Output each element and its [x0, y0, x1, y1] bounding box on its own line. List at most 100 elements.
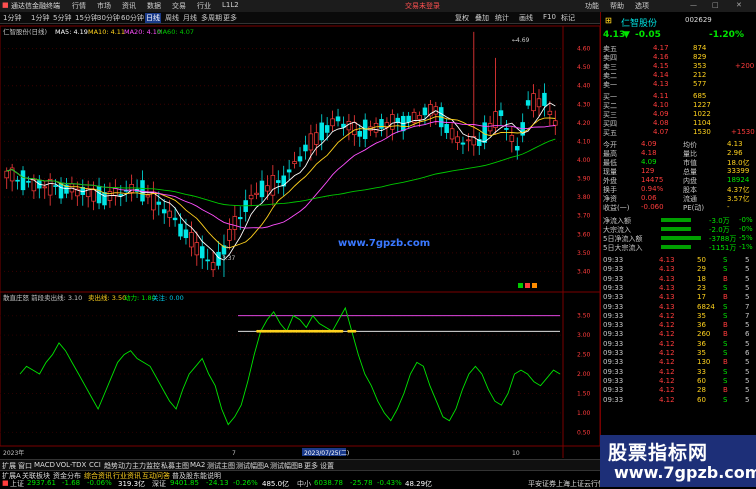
- tab-macd[interactable]: MACD: [34, 461, 55, 469]
- down-arrow-icon: ▼: [623, 30, 630, 40]
- tab-ma2[interactable]: MA2: [190, 461, 205, 469]
- tick-time: 09:33: [603, 376, 624, 385]
- period-month[interactable]: 月线: [182, 13, 198, 23]
- candle-body: [156, 201, 162, 205]
- tick-side: B: [723, 358, 728, 367]
- indicator-tick-label: 3.50: [577, 313, 591, 320]
- period-week[interactable]: 周线: [164, 13, 180, 23]
- candle-body: [286, 169, 292, 173]
- menu-bangzhu[interactable]: 帮助: [610, 1, 624, 11]
- legend-swatch-green: [518, 283, 523, 288]
- sz-pct: -0.26%: [233, 479, 258, 487]
- tick-price: 4.13: [659, 265, 675, 274]
- menu-gongneng[interactable]: 功能: [585, 1, 599, 11]
- candle-body: [536, 98, 542, 108]
- menu-shichang[interactable]: 市场: [97, 1, 111, 11]
- period-multi[interactable]: 多周期: [200, 13, 223, 23]
- stat-value: 0.94%: [641, 185, 664, 193]
- tab-cci[interactable]: CCI: [89, 461, 101, 469]
- tick-side: S: [723, 256, 728, 264]
- ask-volume: 874: [693, 44, 707, 52]
- stat-row: 换手 0.94% 股本 4.37亿: [601, 185, 756, 194]
- menu-shuju[interactable]: 数据: [147, 1, 161, 11]
- menu-hangqing[interactable]: 行情: [72, 1, 86, 11]
- ma5-label: MA5: 4.19: [55, 28, 88, 36]
- tick-side: S: [723, 265, 728, 274]
- period-1min-b[interactable]: 1分钟: [30, 13, 50, 23]
- tick-time: 09:33: [603, 358, 624, 367]
- candle-body: [96, 185, 102, 204]
- close-icon[interactable]: ✕: [736, 1, 742, 9]
- price-tick-label: 3.40: [577, 268, 591, 275]
- trade-login-alert[interactable]: 交易未登录: [405, 1, 440, 11]
- ask-label: 卖一: [603, 81, 617, 89]
- bid-row: 买五 4.07 1530 +1530: [601, 128, 756, 137]
- panel-index-icon: ⊞: [605, 16, 612, 25]
- menu-zixun[interactable]: 资讯: [122, 1, 136, 11]
- stat-row: 收益(一) -0.060 PE(动) -: [601, 203, 756, 212]
- tick-price: 4.13: [659, 293, 675, 302]
- period-more[interactable]: 更多: [222, 13, 238, 23]
- menu-l1l2[interactable]: L1L2: [222, 1, 239, 9]
- indicator-panel-frame: [0, 291, 600, 447]
- tool-biaoji[interactable]: 标记: [560, 13, 576, 23]
- sh-amount: 319.3亿: [118, 480, 146, 488]
- tool-diejia[interactable]: 叠加: [474, 13, 490, 23]
- period-5min[interactable]: 5分钟: [52, 13, 72, 23]
- flow-pct: -0%: [739, 225, 753, 233]
- kline-chart-svg[interactable]: 4.60 4.50 4.40 4.30 4.20 4.10 4.00 3.90 3.80 3.70…: [0, 24, 600, 460]
- tick-side: B: [723, 293, 728, 302]
- period-day[interactable]: 日线: [145, 13, 161, 23]
- sh-label[interactable]: 上证: [10, 479, 24, 489]
- tick-price: 4.12: [659, 330, 675, 339]
- menu-jiaoyi[interactable]: 交易: [172, 1, 186, 11]
- candle-body: [58, 183, 64, 199]
- maximize-icon[interactable]: □: [712, 1, 719, 9]
- tick-row: 09:33 4.13 23 S 5: [601, 284, 756, 292]
- legend-swatch-orange: [532, 283, 537, 288]
- tool-fuquan[interactable]: 复权: [454, 13, 470, 23]
- tab-vol[interactable]: VOL-TDX: [56, 461, 86, 469]
- minimize-icon[interactable]: —: [690, 1, 697, 9]
- candle-body: [509, 135, 515, 142]
- stat-value-2: 33399: [727, 167, 750, 175]
- price-change-pct: -1.20%: [709, 30, 744, 40]
- candle-body: [531, 93, 536, 112]
- sz-label[interactable]: 深证: [152, 479, 166, 489]
- candle-body: [455, 136, 460, 143]
- tick-side: S: [723, 376, 728, 385]
- ask-row: 卖一 4.13 577: [601, 80, 756, 89]
- price-tick-label: 3.90: [577, 176, 591, 183]
- candle-body: [276, 180, 281, 183]
- price-tick-label: 4.40: [577, 83, 591, 90]
- tick-row: 09:33 4.12 60 S 5: [601, 377, 756, 385]
- stat-row: 今开 4.09 均价 4.13: [601, 140, 756, 149]
- candle-body: [15, 179, 20, 182]
- tool-huaxian[interactable]: 画线: [518, 13, 534, 23]
- x-axis-label: 10: [512, 450, 520, 457]
- flow-value: -1151万: [709, 244, 737, 252]
- app-logo-icon: ■: [2, 1, 9, 9]
- zx-label[interactable]: 中小: [297, 479, 311, 489]
- ask-row: 卖五 4.17 874: [601, 44, 756, 53]
- bid-price: 4.07: [653, 128, 669, 136]
- menu-hangye[interactable]: 行业: [197, 1, 211, 11]
- candle-body: [466, 139, 471, 142]
- zx-pct: -0.43%: [377, 479, 402, 487]
- tick-volume: 36: [697, 321, 706, 330]
- tick-volume: 260: [697, 330, 711, 339]
- kline-chart-area[interactable]: 4.60 4.50 4.40 4.30 4.20 4.10 4.00 3.90 3.80 3.70…: [0, 24, 600, 460]
- tick-count: 5: [745, 256, 750, 264]
- indicator-gridlines: [0, 315, 563, 433]
- tool-f10[interactable]: F10: [542, 13, 557, 21]
- candle-body: [292, 161, 297, 164]
- period-60min[interactable]: 60分钟: [120, 13, 145, 23]
- period-30min[interactable]: 30分钟: [96, 13, 121, 23]
- moving-averages: [6, 102, 556, 261]
- legend-swatch-red: [525, 283, 530, 288]
- period-1min-a[interactable]: 1分钟: [2, 13, 22, 23]
- candle-body: [248, 194, 254, 200]
- menu-xuanxiang[interactable]: 选项: [635, 1, 649, 11]
- tool-tongji[interactable]: 统计: [494, 13, 510, 23]
- tick-volume: 33: [697, 367, 706, 376]
